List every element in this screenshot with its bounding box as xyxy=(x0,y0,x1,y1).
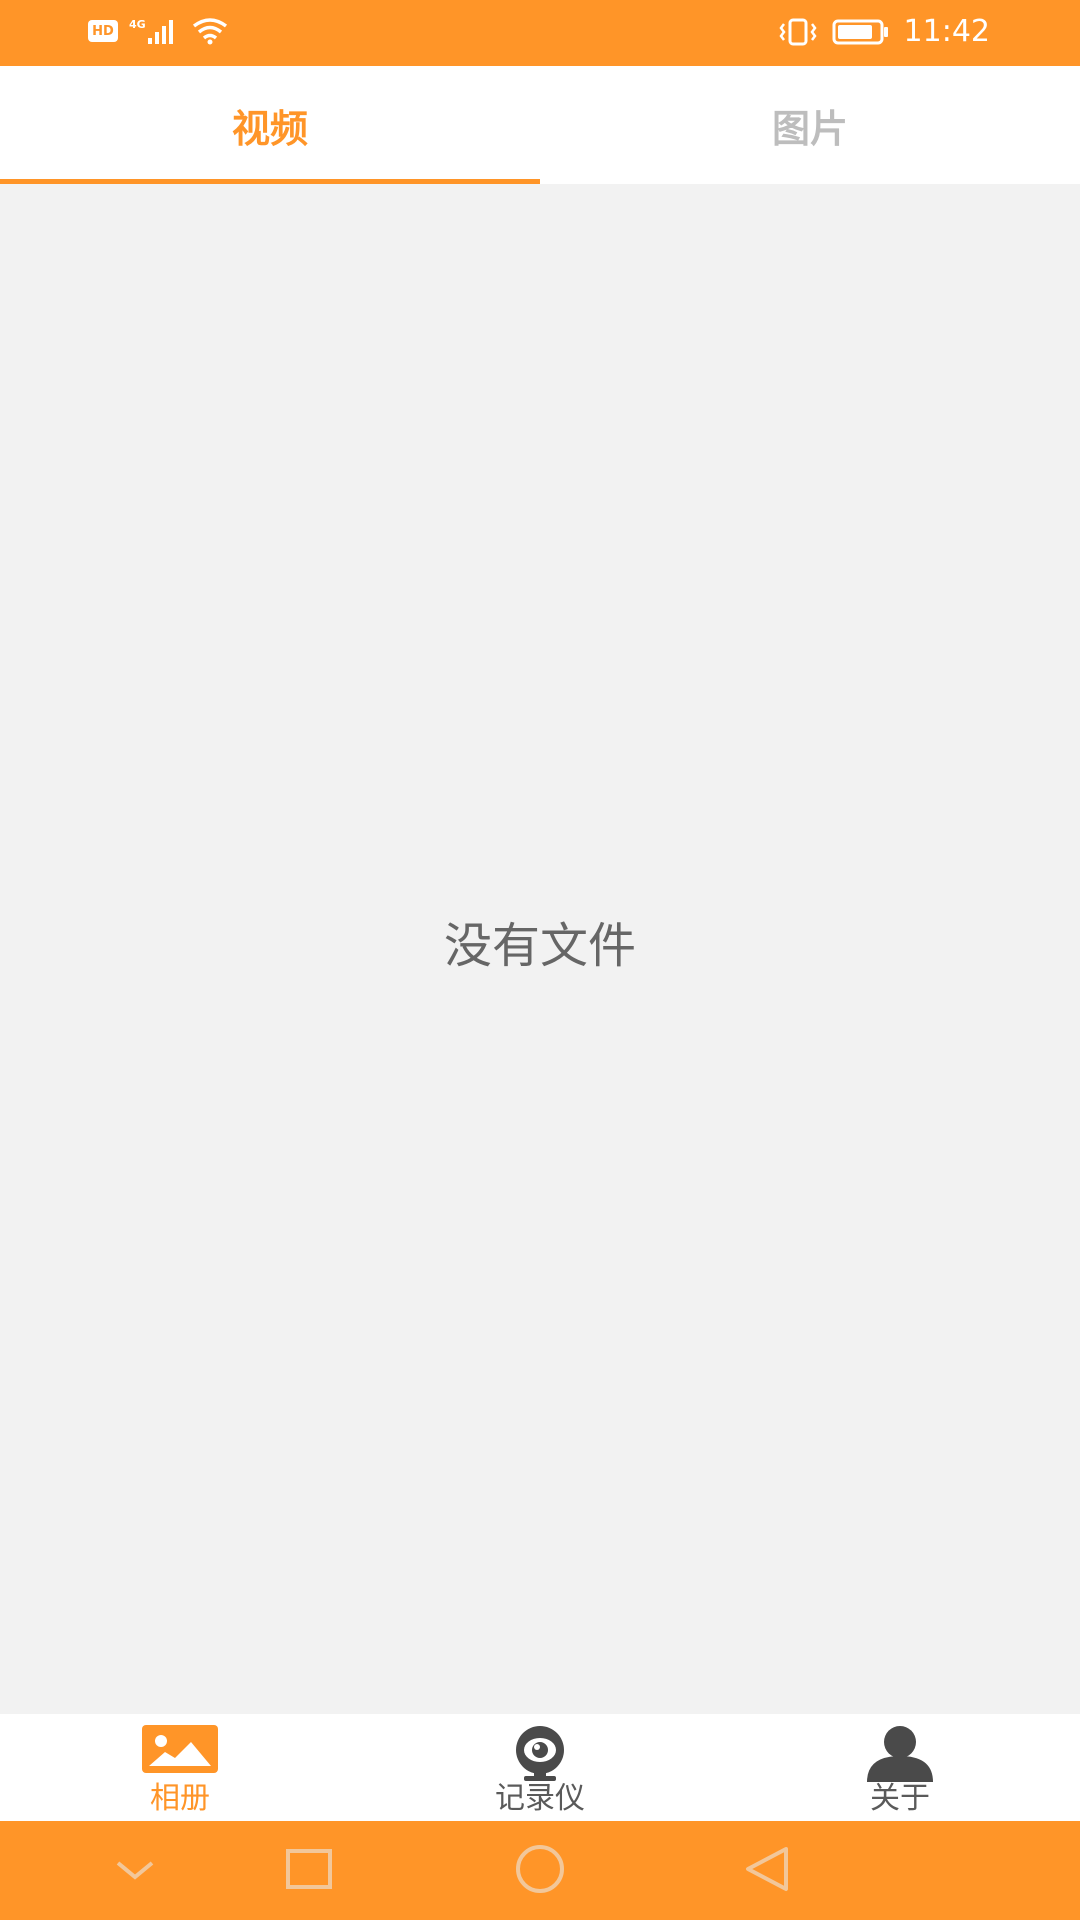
tab-pictures[interactable]: 图片 xyxy=(540,66,1080,184)
tab-video-label: 视频 xyxy=(231,106,308,151)
system-navigation-bar xyxy=(0,1821,1080,1920)
file-list-area[interactable]: 没有文件 xyxy=(0,184,1080,1714)
tab-video[interactable]: 视频 xyxy=(0,66,540,184)
tab-pictures-label: 图片 xyxy=(771,106,848,151)
album-icon xyxy=(142,1725,218,1773)
tab-bar: 视频 图片 xyxy=(0,66,1080,184)
vibrate-icon xyxy=(778,18,817,45)
network-type-label: 4G xyxy=(129,18,146,31)
nav-item-album-label: 相册 xyxy=(150,1781,210,1816)
nav-item-about[interactable]: 关于 xyxy=(720,1714,1080,1821)
cellular-signal-icon: 4G xyxy=(129,18,173,44)
battery-icon xyxy=(832,19,888,44)
recent-apps-icon[interactable] xyxy=(284,1841,334,1897)
status-bar: HD 4G 11:42 xyxy=(0,0,1080,66)
nav-item-recorder[interactable]: 记录仪 xyxy=(360,1714,720,1821)
nav-item-about-label: 关于 xyxy=(870,1781,930,1816)
status-right-group: 11:42 xyxy=(778,14,990,49)
empty-state-message: 没有文件 xyxy=(443,918,636,974)
back-icon[interactable] xyxy=(742,1841,792,1897)
status-left-group: HD 4G xyxy=(88,16,230,46)
nav-item-album[interactable]: 相册 xyxy=(0,1714,360,1821)
home-icon[interactable] xyxy=(513,1841,567,1897)
hide-nav-chevron-icon[interactable] xyxy=(110,1841,160,1897)
nav-item-recorder-label: 记录仪 xyxy=(495,1781,585,1816)
status-time: 11:42 xyxy=(903,14,990,49)
bottom-navigation: 相册 记录仪 关于 xyxy=(0,1714,1080,1821)
hd-badge: HD xyxy=(88,20,118,42)
wifi-icon xyxy=(192,18,228,45)
